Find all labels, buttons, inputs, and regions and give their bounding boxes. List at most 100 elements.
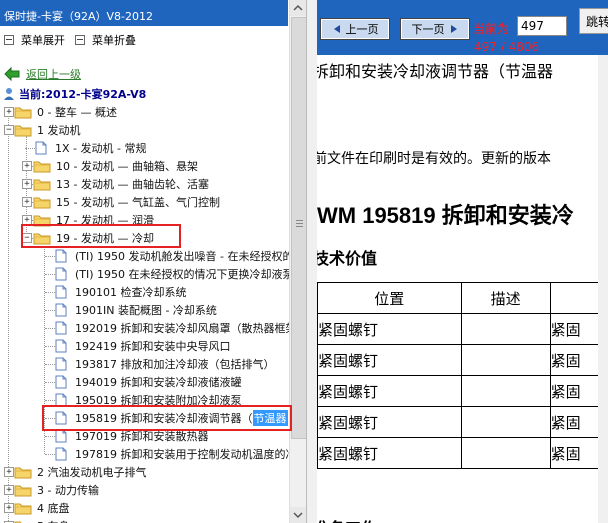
document-icon <box>55 267 67 281</box>
tree-expander[interactable]: + <box>22 179 32 189</box>
chevron-up-icon <box>293 4 303 11</box>
splitter[interactable] <box>306 0 317 523</box>
page-count: 497 / 4806 <box>474 40 540 54</box>
tree-doc-item[interactable]: (TI) 1950 发动机舱发出噪音 - 在未经授权的 <box>55 247 294 265</box>
collapse-all-button[interactable]: 菜单折叠 <box>75 33 136 47</box>
collapse-all-label: 菜单折叠 <box>92 34 136 47</box>
tree-doc-item[interactable]: 1901IN 装配概图 - 冷却系统 <box>55 301 217 319</box>
page-number-input[interactable] <box>517 16 567 36</box>
tree-scrollbar[interactable] <box>289 0 306 523</box>
table-header-cell: 描述 <box>460 282 551 314</box>
back-link-label[interactable]: 返回上一级 <box>26 66 81 82</box>
current-location-label: 当前:2012-卡宴92A-V8 <box>19 88 147 101</box>
person-icon <box>4 88 14 100</box>
tree-folder-item[interactable]: 1 发动机 <box>14 121 81 139</box>
folder-icon <box>33 179 51 190</box>
page-nav-bar: 上一页 下一页 当前为 跳转 497 / 4806 <box>317 0 608 55</box>
tree-item-label: 1901IN 装配概图 - 冷却系统 <box>75 304 217 317</box>
tree-expander[interactable]: + <box>4 485 14 495</box>
document-icon <box>55 339 67 353</box>
jump-button[interactable]: 跳转 <box>579 8 608 34</box>
folder-icon <box>14 521 32 523</box>
tree-item-label: 190101 检查冷却系统 <box>75 286 187 299</box>
menu-icon <box>75 35 85 45</box>
tree-item-label: 15 - 发动机 — 气缸盖、气门控制 <box>56 196 220 209</box>
table-cell <box>460 375 551 407</box>
scroll-thumb[interactable] <box>291 17 306 439</box>
table-cell: 紧固螺钉 <box>317 437 462 469</box>
tree-folder-item[interactable]: 15 - 发动机 — 气缸盖、气门控制 <box>33 193 220 211</box>
tree-expander[interactable]: + <box>22 161 32 171</box>
document-icon <box>55 321 67 335</box>
folder-icon <box>14 467 32 478</box>
next-section-heading: 准备工作 <box>317 515 377 523</box>
content-scrollbar[interactable] <box>598 55 608 523</box>
tree-item-label: (TI) 1950 发动机舱发出噪音 - 在未经授权的 <box>75 250 294 263</box>
tree-folder-item[interactable]: 2 汽油发动机电子排气 <box>14 463 147 481</box>
tree-doc-item[interactable]: 194019 拆卸和安装冷却液储液罐 <box>55 373 242 391</box>
tree-item-label: 194019 拆卸和安装冷却液储液罐 <box>75 376 242 389</box>
table-row: 紧固螺钉 紧固 <box>317 406 608 438</box>
next-page-label: 下一页 <box>411 23 445 36</box>
scroll-down-button[interactable] <box>290 507 306 523</box>
table-cell <box>460 406 551 438</box>
table-row: 紧固螺钉 紧固 <box>317 313 608 345</box>
tree-expander[interactable]: − <box>4 125 14 135</box>
next-page-button[interactable]: 下一页 <box>400 18 470 40</box>
folder-icon <box>14 107 32 118</box>
spec-table: 位置 描述 紧固螺钉 紧固 紧固螺钉 紧固 紧固螺钉 紧固 紧固螺钉 紧固 紧固螺钉 紧固 <box>317 282 608 469</box>
table-header-row: 位置 描述 <box>317 282 608 314</box>
tree-item-label: 4 底盘 <box>37 502 70 515</box>
section-heading: 技术价值 <box>317 251 378 268</box>
tree-item-label: 0 - 整车 — 概述 <box>37 106 117 119</box>
chevron-down-icon <box>293 512 303 519</box>
folder-icon <box>14 503 32 514</box>
scroll-up-button[interactable] <box>290 0 306 16</box>
table-cell: 紧固螺钉 <box>317 375 462 407</box>
tree-doc-item[interactable]: 192019 拆卸和安装冷却风扇罩（散热器框架） <box>55 319 306 337</box>
table-header-cell: 位置 <box>317 282 462 314</box>
document-icon <box>55 285 67 299</box>
tree-doc-item[interactable]: (TI) 1950 在未经授权的情况下更换冷却液泵 <box>55 265 294 283</box>
tree-expander[interactable]: + <box>22 197 32 207</box>
document-icon <box>55 447 67 461</box>
table-cell: 紧固螺钉 <box>317 406 462 438</box>
tree-item-label: 13 - 发动机 — 曲轴齿轮、活塞 <box>56 178 209 191</box>
tree-doc-item[interactable]: 193817 排放和加注冷却液（包括排气） <box>55 355 275 373</box>
tree-expander[interactable]: + <box>4 503 14 513</box>
current-page-label: 当前为 <box>473 22 510 36</box>
expand-all-button[interactable]: 菜单展开 <box>4 33 65 47</box>
back-link[interactable]: 返回上一级 <box>4 66 81 82</box>
document-icon <box>55 303 67 317</box>
tree-doc-item[interactable]: 192419 拆卸和安装中央导风口 <box>55 337 231 355</box>
table-cell <box>460 313 551 345</box>
document-title-line: 拆卸和安装冷却液调节器（节温器 <box>317 62 554 81</box>
tree-item-label: 2 汽油发动机电子排气 <box>37 466 147 479</box>
tree-folder-item[interactable]: 5 车身 <box>14 517 70 523</box>
tree-folder-item[interactable]: 0 - 整车 — 概述 <box>14 103 117 121</box>
table-cell: 紧固螺钉 <box>317 313 462 345</box>
title-bar: 保时捷-卡宴（92A）V8-2012 <box>0 0 288 26</box>
folder-icon <box>33 161 51 172</box>
arrow-right-icon <box>450 25 457 33</box>
tree-item-label: 1X - 发动机 - 常规 <box>55 142 147 155</box>
tree-doc-item[interactable]: 1X - 发动机 - 常规 <box>35 139 146 157</box>
tree-panel: 保时捷-卡宴（92A）V8-2012 菜单展开 菜单折叠 返回上一级 当前:20… <box>0 0 306 523</box>
tree-folder-item[interactable]: 10 - 发动机 — 曲轴箱、悬架 <box>33 157 198 175</box>
tree-item-label: (TI) 1950 在未经授权的情况下更换冷却液泵 <box>75 268 294 281</box>
table-row: 紧固螺钉 紧固 <box>317 344 608 376</box>
prev-page-label: 上一页 <box>345 23 379 36</box>
tree-doc-item[interactable]: 190101 检查冷却系统 <box>55 283 187 301</box>
tree-folder-item[interactable]: 13 - 发动机 — 曲轴齿轮、活塞 <box>33 175 209 193</box>
tree-expander[interactable]: + <box>4 107 14 117</box>
arrow-left-icon <box>333 25 340 33</box>
tree-doc-item[interactable]: 197819 拆卸和安装用于控制发动机温度的冷 <box>55 445 297 463</box>
prev-page-button[interactable]: 上一页 <box>320 18 390 40</box>
tree-folder-item[interactable]: 3 - 动力传输 <box>14 481 99 499</box>
back-arrow-icon <box>4 67 20 81</box>
document-notice: 前文件在印刷时是有效的。更新的版本 <box>317 151 551 167</box>
folder-icon <box>14 125 32 136</box>
tree-expander[interactable]: + <box>4 467 14 477</box>
table-row: 紧固螺钉 紧固 <box>317 375 608 407</box>
tree-folder-item[interactable]: 4 底盘 <box>14 499 70 517</box>
